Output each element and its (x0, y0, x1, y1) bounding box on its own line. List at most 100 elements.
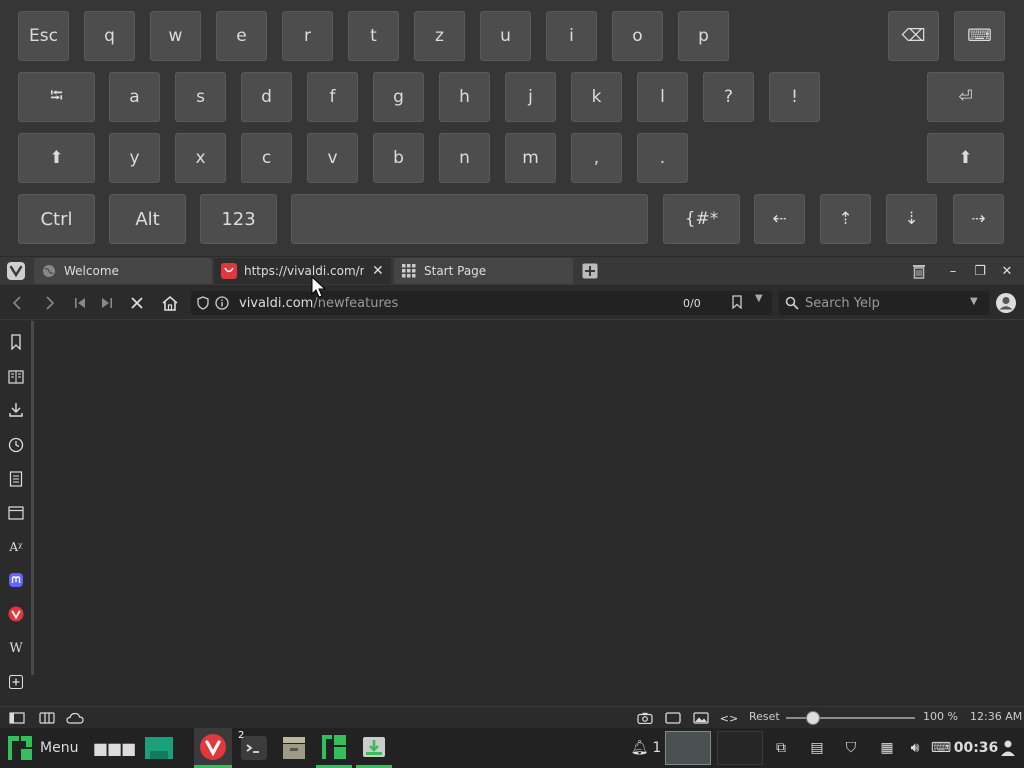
key-l[interactable]: l (637, 72, 688, 122)
key-alt[interactable]: Alt (109, 194, 186, 244)
zoom-reset-button[interactable]: Reset (749, 710, 780, 723)
rewind-button[interactable] (68, 291, 92, 315)
page-tiling-button[interactable] (664, 710, 682, 726)
key-i[interactable]: i (546, 11, 597, 61)
show-desktop-button[interactable] (140, 728, 178, 768)
key-o[interactable]: o (612, 11, 663, 61)
tab-close-icon[interactable]: ✕ (372, 263, 384, 279)
key-f[interactable]: f (307, 72, 358, 122)
wikipedia-icon[interactable]: W (5, 637, 27, 659)
maximize-button[interactable]: ❐ (967, 257, 993, 285)
tab-welcome[interactable]: Welcome (34, 258, 212, 284)
key-z[interactable]: z (414, 11, 465, 61)
panel-history-button[interactable] (5, 434, 27, 456)
key-k[interactable]: k (571, 72, 622, 122)
key-h[interactable]: h (439, 72, 490, 122)
key-e[interactable]: e (216, 11, 267, 61)
keyboard-layout-icon[interactable]: ⌨ (928, 728, 954, 768)
tab-start-page[interactable]: Start Page (394, 258, 573, 284)
key-w[interactable]: w (150, 11, 201, 61)
key-question[interactable]: ? (703, 72, 754, 122)
stop-loading-button[interactable] (125, 291, 149, 315)
profile-button[interactable] (994, 291, 1018, 315)
network-icon[interactable]: ▦ (874, 728, 900, 768)
panel-bookmarks-button[interactable] (5, 331, 27, 353)
key-s[interactable]: s (175, 72, 226, 122)
chevron-down-icon[interactable]: ▼ (755, 293, 763, 304)
taskbar-file-manager[interactable] (276, 728, 312, 768)
key-backspace[interactable]: ⌫ (888, 11, 939, 61)
key-shift-right[interactable]: ⬆ (927, 133, 1004, 183)
key-c[interactable]: c (241, 133, 292, 183)
toggle-panel-button[interactable] (8, 710, 26, 726)
tab-tiling-button[interactable] (38, 710, 56, 726)
key-arrow-left[interactable]: ⇠ (754, 194, 805, 244)
panel-window-button[interactable] (5, 502, 27, 524)
key-t[interactable]: t (348, 11, 399, 61)
security-shield-icon[interactable]: ⛉ (838, 728, 864, 768)
translate-icon[interactable]: Aᵡ (5, 536, 27, 558)
key-a[interactable]: a (109, 72, 160, 122)
add-panel-button[interactable] (5, 671, 27, 693)
key-tab[interactable]: ⭾ (18, 72, 95, 122)
key-numbers[interactable]: 123 (200, 194, 277, 244)
workspace-2-preview[interactable] (716, 728, 764, 768)
bookmark-button[interactable] (731, 295, 743, 313)
key-y[interactable]: y (109, 133, 160, 183)
taskbar-terminal[interactable]: 2 (236, 728, 272, 768)
key-ctrl[interactable]: Ctrl (18, 194, 95, 244)
key-exclamation[interactable]: ! (769, 72, 820, 122)
key-period[interactable]: . (637, 133, 688, 183)
app-grid-button[interactable]: ■■■ (93, 728, 136, 768)
volume-icon[interactable]: 🔊︎ (902, 728, 928, 768)
taskbar-clock[interactable]: 00:36 (954, 728, 999, 768)
key-x[interactable]: x (175, 133, 226, 183)
search-field[interactable]: Search Yelp ▼ (779, 291, 989, 315)
panel-notes-button[interactable] (5, 468, 27, 490)
mastodon-icon[interactable] (5, 569, 27, 591)
tab-vivaldi-newfeatures[interactable]: https://vivaldi.com/newfeatures ✕ (214, 258, 391, 284)
minimize-button[interactable]: – (940, 257, 966, 285)
panel-downloads-button[interactable] (5, 399, 27, 421)
images-toggle-button[interactable] (692, 710, 710, 726)
taskbar-package-manager[interactable] (356, 728, 392, 768)
key-symbols[interactable]: {#* (663, 194, 740, 244)
vivaldi-panel-icon[interactable] (5, 603, 27, 625)
key-b[interactable]: b (373, 133, 424, 183)
key-v[interactable]: v (307, 133, 358, 183)
key-j[interactable]: j (505, 72, 556, 122)
power-menu-button[interactable] (996, 728, 1020, 768)
zoom-slider-handle[interactable] (806, 711, 820, 725)
start-menu-button[interactable]: Menu (2, 728, 92, 768)
forward-button[interactable] (38, 291, 62, 315)
page-actions-icon[interactable]: <> (720, 710, 738, 726)
key-comma[interactable]: , (571, 133, 622, 183)
new-tab-button[interactable] (577, 257, 603, 285)
key-space[interactable] (291, 194, 648, 244)
key-m[interactable]: m (505, 133, 556, 183)
capture-button[interactable] (636, 710, 654, 726)
key-d[interactable]: d (241, 72, 292, 122)
sync-button[interactable] (66, 710, 84, 726)
taskbar-manjaro-settings[interactable] (316, 728, 352, 768)
key-r[interactable]: r (282, 11, 333, 61)
key-n[interactable]: n (439, 133, 490, 183)
key-enter[interactable]: ⏎ (927, 72, 1004, 122)
key-esc[interactable]: Esc (18, 11, 69, 61)
home-button[interactable] (158, 291, 182, 315)
key-hide-keyboard[interactable]: ⌨ (954, 11, 1005, 61)
address-field[interactable]: vivaldi.com/newfeatures 0/0 ▼ (191, 291, 772, 315)
panel-reading-list-button[interactable] (5, 366, 27, 388)
key-q[interactable]: q (84, 11, 135, 61)
workspace-switcher[interactable]: 🔔︎ 1 (628, 728, 664, 768)
taskbar-vivaldi[interactable] (194, 728, 232, 768)
workspace-1-preview[interactable] (664, 728, 712, 768)
key-g[interactable]: g (373, 72, 424, 122)
key-arrow-right[interactable]: ⇢ (953, 194, 1004, 244)
key-arrow-down[interactable]: ⇣ (886, 194, 937, 244)
key-arrow-up[interactable]: ⇡ (820, 194, 871, 244)
display-settings-icon[interactable]: ⧉ (770, 728, 792, 768)
key-u[interactable]: u (480, 11, 531, 61)
search-engine-dropdown-icon[interactable]: ▼ (970, 296, 978, 307)
info-icon[interactable] (215, 296, 229, 310)
